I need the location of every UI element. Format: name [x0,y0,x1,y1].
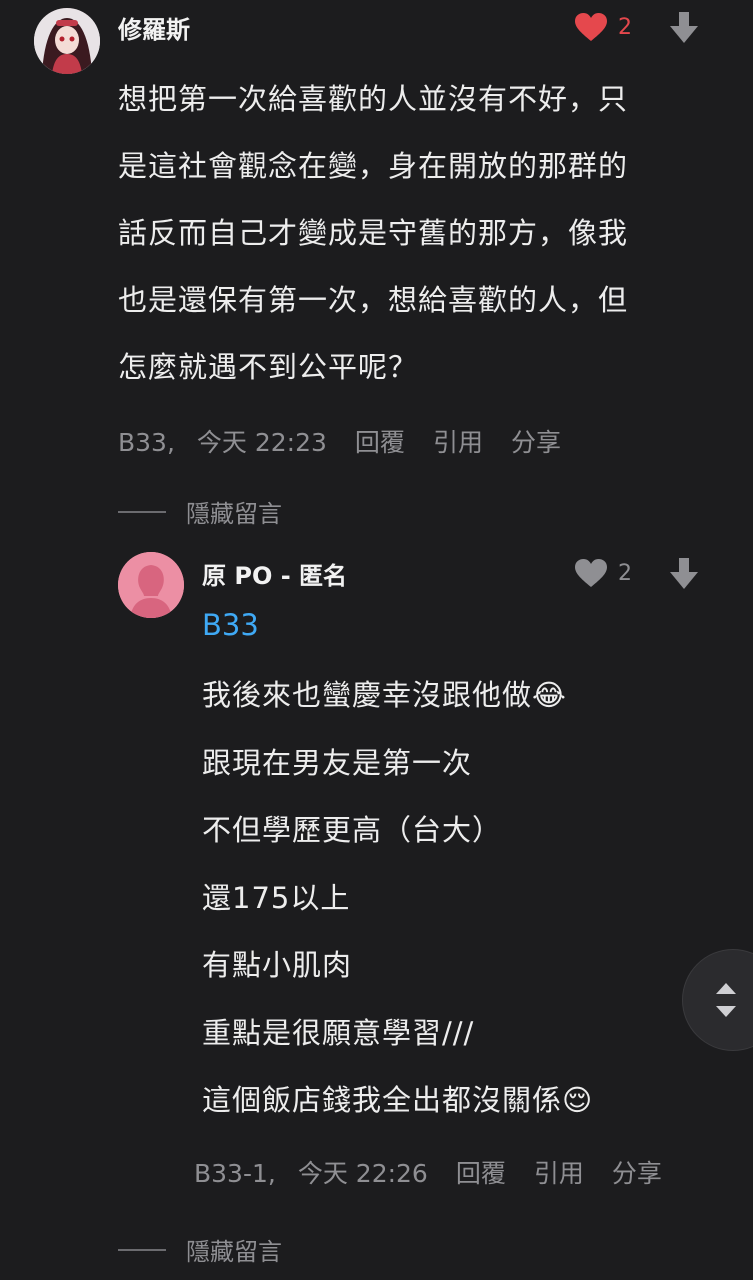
avatar[interactable] [34,8,100,74]
like-control[interactable]: 2 [574,558,632,588]
down-arrow-icon[interactable] [670,12,698,44]
divider [118,510,166,513]
floor-number: B33-1, [194,1159,276,1188]
avatar[interactable] [118,552,184,618]
hide-label: 隱藏留言 [186,500,282,528]
reply-line: 有點小肌肉 [202,948,353,982]
comment-line: 也是還保有第一次，想給喜歡的人，但 [118,283,629,317]
reply-button[interactable]: 回覆 [355,428,405,457]
heart-icon[interactable] [574,12,608,42]
like-count: 2 [618,14,632,40]
comment-line: 怎麼就遇不到公平呢？ [118,350,419,384]
comment-line: 想把第一次給喜歡的人並沒有不好，只 [118,82,629,116]
comment-author[interactable]: 修羅斯 [118,10,190,45]
hide-comments-toggle[interactable]: 隱藏留言 [118,494,282,529]
hide-label: 隱藏留言 [186,1238,282,1266]
comment-body: 想把第一次給喜歡的人並沒有不好，只 是這社會觀念在變，身在開放的那群的 話反而自… [118,66,718,401]
share-button[interactable]: 分享 [511,428,561,457]
quote-button[interactable]: 引用 [433,428,483,457]
share-button[interactable]: 分享 [612,1159,662,1188]
comment-line: 話反而自己才變成是守舊的那方，像我 [118,216,629,250]
heart-icon[interactable] [574,558,608,588]
quote-button[interactable]: 引用 [534,1159,584,1188]
reply-line: 還175以上 [202,880,351,915]
comment-line: 是這社會觀念在變，身在開放的那群的 [118,149,629,183]
reply-line: 跟現在男友是第一次 [202,745,473,780]
reply-body: 我後來也蠻慶幸沒跟他做😂 跟現在男友是第一次 不但學歷更高（台大） 還175以上… [202,662,722,1135]
reply-line: 不但學歷更高（台大） [202,813,503,847]
reply-author[interactable]: 原 PO - 匿名 [202,556,347,591]
up-down-chevron-icon [716,983,736,1017]
floor-mention-link[interactable]: B33 [202,608,259,642]
reply-button[interactable]: 回覆 [456,1159,506,1188]
hide-comments-toggle[interactable]: 隱藏留言 [118,1232,282,1267]
divider [118,1248,166,1251]
reply-line: 這個飯店錢我全出都沒關係😌 [202,1083,594,1117]
like-count: 2 [618,560,632,586]
reply-line: 重點是很願意學習/// [202,1015,475,1050]
timestamp: 今天 22:23 [196,428,327,457]
like-control[interactable]: 2 [574,12,632,42]
floor-number: B33, [118,428,175,457]
comment-meta: B33, 今天 22:23 回覆 引用 分享 [118,423,583,459]
person-silhouette-icon [118,552,184,618]
down-arrow-icon[interactable] [670,558,698,590]
reply-meta: B33-1, 今天 22:26 回覆 引用 分享 [194,1154,684,1190]
reply-line: 我後來也蠻慶幸沒跟他做😂 [202,678,567,712]
timestamp: 今天 22:26 [297,1159,428,1188]
